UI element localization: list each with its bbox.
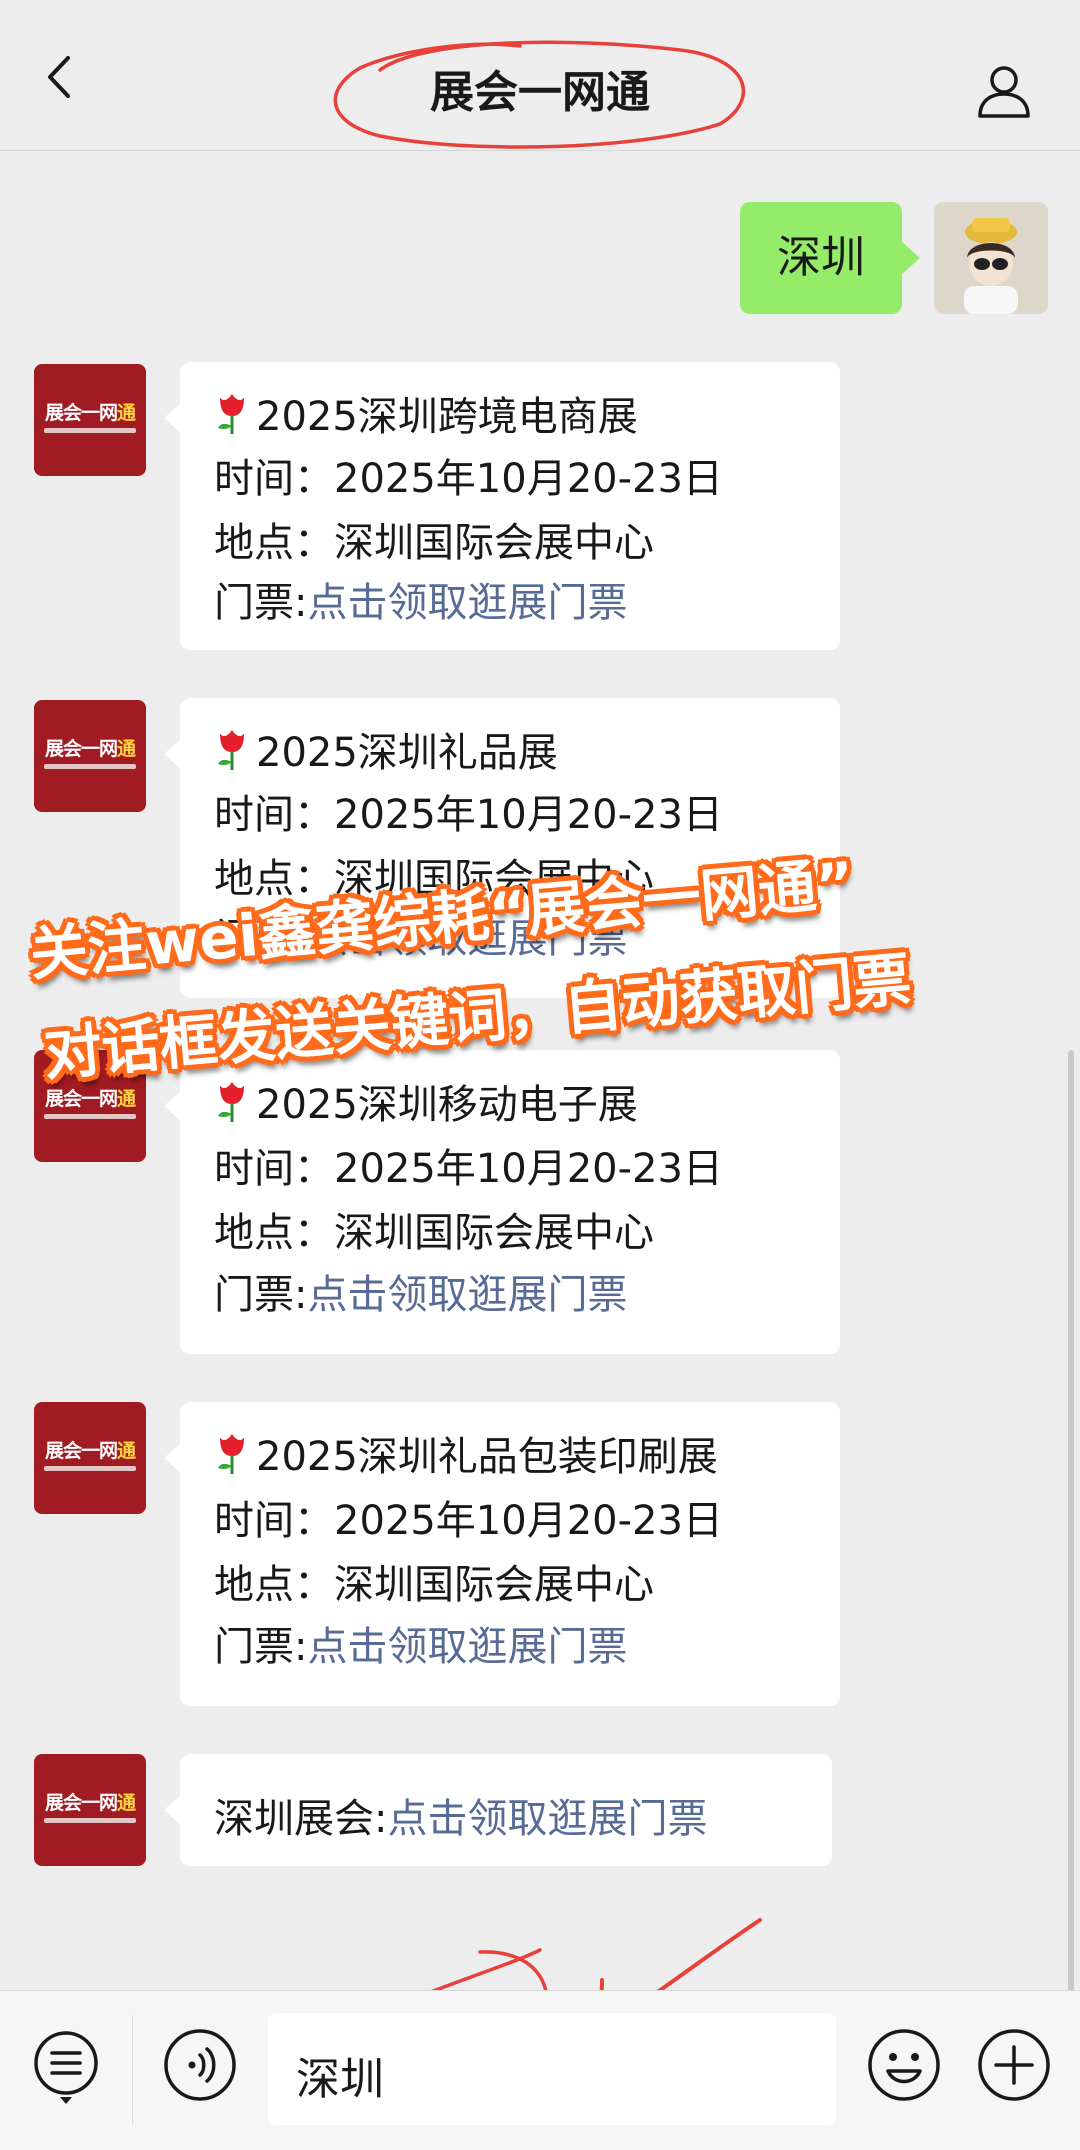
plus-icon[interactable] xyxy=(976,2027,1052,2103)
ticket-link[interactable]: 点击领取逛展门票 xyxy=(307,1272,627,1318)
bot-logo-subline xyxy=(44,764,136,769)
last-message-bubble[interactable]: 深圳展会:点击领取逛展门票 xyxy=(164,1754,832,1866)
card-ticket: 门票:点击领取逛展门票 xyxy=(214,580,628,626)
card-time: 时间：2025年10月20-23日 xyxy=(214,456,723,502)
ticket-link[interactable]: 点击领取逛展门票 xyxy=(387,1796,707,1842)
voice-icon[interactable] xyxy=(162,2027,238,2103)
exhibition-card[interactable]: 2025深圳礼品包装印刷展 时间：2025年10月20-23日 地点：深圳国际会… xyxy=(164,1402,840,1706)
bot-logo-subline xyxy=(44,1818,136,1823)
message-input[interactable]: 深圳 xyxy=(268,2013,836,2125)
bot-logo-subline xyxy=(44,1114,136,1119)
exhibition-card[interactable]: 2025深圳移动电子展 时间：2025年10月20-23日 地点：深圳国际会展中… xyxy=(164,1050,840,1354)
bot-avatar[interactable]: 展会一网通 xyxy=(34,1050,146,1162)
input-toolbar: 深圳 xyxy=(0,1990,1080,2150)
tulip-icon xyxy=(218,394,244,434)
toolbar-divider xyxy=(132,2015,133,2125)
card-ticket: 门票:点击领取逛展门票 xyxy=(214,1272,628,1318)
bot-avatar[interactable]: 展会一网通 xyxy=(34,700,146,812)
card-ticket: 门票:点击领取逛展门票 xyxy=(214,1624,628,1670)
tulip-icon xyxy=(218,730,244,770)
card-time: 时间：2025年10月20-23日 xyxy=(214,1146,723,1192)
card-time: 时间：2025年10月20-23日 xyxy=(214,792,723,838)
exhibition-card[interactable]: 2025深圳礼品展 时间：2025年10月20-23日 地点：深圳国际会展中心 … xyxy=(164,698,840,998)
card-place: 地点：深圳国际会展中心 xyxy=(214,856,654,902)
bot-logo-text: 展会一网通 xyxy=(44,1088,136,1110)
card-title: 2025深圳礼品包装印刷展 xyxy=(214,1424,718,1482)
top-nav-bar: 展会一网通 xyxy=(0,0,1080,151)
bot-logo-subline xyxy=(44,1466,136,1471)
outgoing-message-bubble[interactable]: 深圳 xyxy=(740,202,920,314)
card-place: 地点：深圳国际会展中心 xyxy=(214,1562,654,1608)
card-ticket: 深圳展会:点击领取逛展门票 xyxy=(214,1796,708,1842)
card-title: 2025深圳移动电子展 xyxy=(214,1072,638,1130)
exhibition-card[interactable]: 2025深圳跨境电商展 时间：2025年10月20-23日 地点：深圳国际会展中… xyxy=(164,362,840,650)
card-title: 2025深圳礼品展 xyxy=(214,720,558,778)
user-avatar[interactable] xyxy=(934,202,1048,314)
bot-avatar[interactable]: 展会一网通 xyxy=(34,1754,146,1866)
card-ticket: 门票:点击领取逛展门票 xyxy=(214,916,628,962)
ticket-link[interactable]: 点击领取逛展门票 xyxy=(307,580,627,626)
scrollbar[interactable] xyxy=(1068,1050,1074,2130)
bot-logo-text: 展会一网通 xyxy=(44,738,136,760)
tulip-icon xyxy=(218,1434,244,1474)
tulip-icon xyxy=(218,1082,244,1122)
bot-avatar[interactable]: 展会一网通 xyxy=(34,364,146,476)
menu-list-icon[interactable] xyxy=(32,2029,100,2107)
card-time: 时间：2025年10月20-23日 xyxy=(214,1498,723,1544)
card-place: 地点：深圳国际会展中心 xyxy=(214,520,654,566)
person-icon[interactable] xyxy=(972,58,1036,122)
bot-avatar[interactable]: 展会一网通 xyxy=(34,1402,146,1514)
ticket-link[interactable]: 点击领取逛展门票 xyxy=(307,916,627,962)
bot-logo-subline xyxy=(44,428,136,433)
chat-title: 展会一网通 xyxy=(430,67,650,118)
bot-logo-text: 展会一网通 xyxy=(44,1792,136,1814)
emoji-icon[interactable] xyxy=(866,2027,942,2103)
card-place: 地点：深圳国际会展中心 xyxy=(214,1210,654,1256)
avatar-photo xyxy=(934,202,1048,314)
bot-logo-text: 展会一网通 xyxy=(44,402,136,424)
bot-logo-text: 展会一网通 xyxy=(44,1440,136,1462)
ticket-link[interactable]: 点击领取逛展门票 xyxy=(307,1624,627,1670)
card-title: 2025深圳跨境电商展 xyxy=(214,384,638,442)
